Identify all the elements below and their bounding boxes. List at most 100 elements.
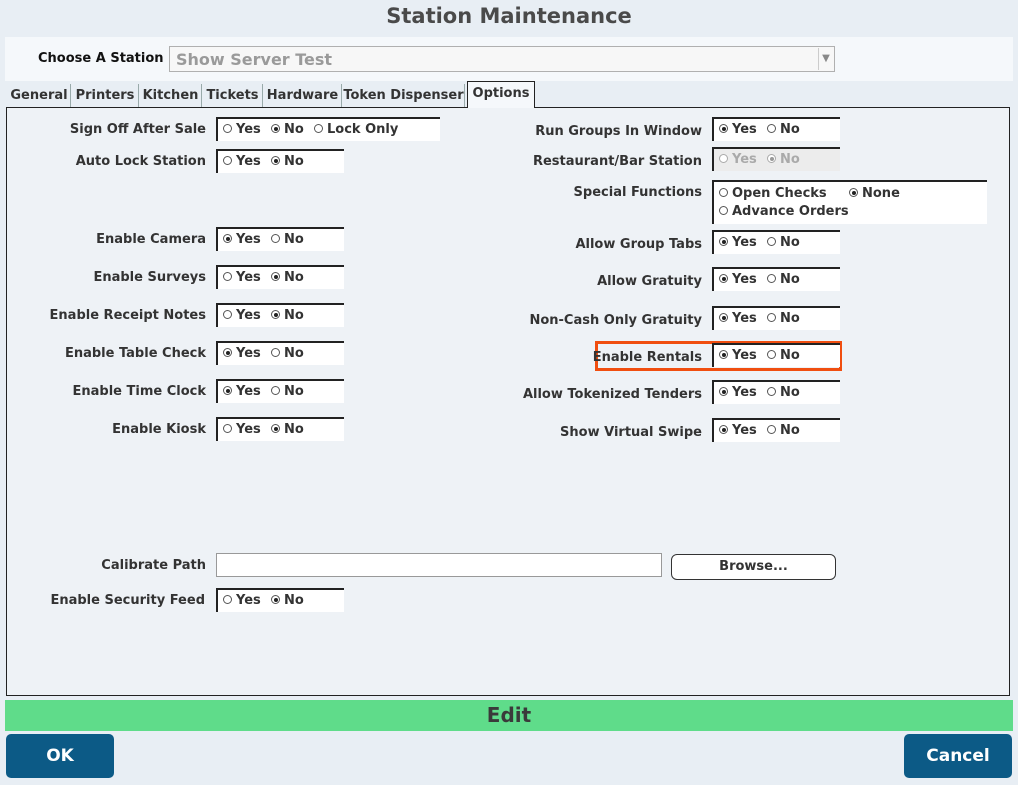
enable-rentals-option-label: No <box>780 348 800 363</box>
enable-rentals-label: Enable Rentals <box>592 350 702 365</box>
tab-printers[interactable]: Printers <box>72 84 139 108</box>
enable-table-check-option-yes[interactable]: Yes <box>223 346 261 361</box>
enable-security-feed-option-no[interactable]: No <box>271 593 304 608</box>
sign-off-after-sale-option-lock-only[interactable]: Lock Only <box>314 122 398 137</box>
special-functions-option-open-checks[interactable]: Open Checks <box>719 186 827 201</box>
enable-surveys-label: Enable Surveys <box>93 270 206 285</box>
restaurant-bar-station-option-yes: Yes <box>719 152 757 167</box>
show-virtual-swipe-option-no[interactable]: No <box>767 423 800 438</box>
tab-hardware[interactable]: Hardware <box>264 84 342 108</box>
tab-options[interactable]: Options <box>467 81 535 108</box>
allow-gratuity-option-yes[interactable]: Yes <box>719 272 757 287</box>
run-groups-in-window-option-no[interactable]: No <box>767 122 800 137</box>
radio-unselected-icon <box>767 124 776 133</box>
auto-lock-station-option-no[interactable]: No <box>271 154 304 169</box>
enable-table-check-option-no[interactable]: No <box>271 346 304 361</box>
sign-off-after-sale-option-yes[interactable]: Yes <box>223 122 261 137</box>
radio-unselected-icon <box>767 313 776 322</box>
enable-security-feed-option-yes[interactable]: Yes <box>223 593 261 608</box>
enable-kiosk-label: Enable Kiosk <box>112 422 206 437</box>
enable-surveys-option-no[interactable]: No <box>271 270 304 285</box>
allow-gratuity-option-no[interactable]: No <box>767 272 800 287</box>
enable-camera-option-yes[interactable]: Yes <box>223 232 261 247</box>
enable-security-feed-option-label: No <box>284 593 304 608</box>
radio-unselected-icon <box>767 274 776 283</box>
enable-surveys-option-yes[interactable]: Yes <box>223 270 261 285</box>
enable-rentals-option-yes[interactable]: Yes <box>719 348 757 363</box>
sign-off-after-sale-radio-group: Yes No Lock Only <box>216 117 440 141</box>
ok-button[interactable]: OK <box>6 734 114 778</box>
special-functions-option-advance-orders[interactable]: Advance Orders <box>719 204 849 219</box>
restaurant-bar-station-label: Restaurant/Bar Station <box>532 154 702 169</box>
special-functions-option-label: Advance Orders <box>732 204 849 219</box>
auto-lock-station-option-yes[interactable]: Yes <box>223 154 261 169</box>
sign-off-after-sale-option-label: No <box>284 122 304 137</box>
radio-unselected-icon <box>223 424 232 433</box>
radio-selected-icon <box>849 188 858 197</box>
allow-tokenized-tenders-label: Allow Tokenized Tenders <box>522 387 702 402</box>
restaurant-bar-station-radio-group: Yes No <box>712 147 840 171</box>
tab-kitchen[interactable]: Kitchen <box>140 84 202 108</box>
enable-receipt-notes-radio-group: Yes No <box>216 303 344 327</box>
tab-tickets[interactable]: Tickets <box>203 84 263 108</box>
run-groups-in-window-option-label: No <box>780 122 800 137</box>
tab-token-dispenser[interactable]: Token Dispenser <box>343 84 465 108</box>
restaurant-bar-station-option-label: No <box>780 152 800 167</box>
non-cash-only-gratuity-option-label: Yes <box>732 311 757 326</box>
chevron-down-icon[interactable]: ▼ <box>818 48 833 70</box>
enable-receipt-notes-option-no[interactable]: No <box>271 308 304 323</box>
enable-camera-option-label: Yes <box>236 232 261 247</box>
radio-unselected-icon <box>271 348 280 357</box>
show-virtual-swipe-option-label: No <box>780 423 800 438</box>
enable-rentals-option-label: Yes <box>732 348 757 363</box>
enable-table-check-option-label: Yes <box>236 346 261 361</box>
allow-tokenized-tenders-option-yes[interactable]: Yes <box>719 385 757 400</box>
allow-gratuity-radio-group: Yes No <box>712 267 840 291</box>
radio-selected-icon <box>271 156 280 165</box>
non-cash-only-gratuity-option-yes[interactable]: Yes <box>719 311 757 326</box>
enable-receipt-notes-option-label: Yes <box>236 308 261 323</box>
enable-table-check-label: Enable Table Check <box>64 346 206 361</box>
cancel-button[interactable]: Cancel <box>904 734 1012 778</box>
browse-button[interactable]: Browse... <box>671 554 836 580</box>
radio-unselected-icon <box>223 124 232 133</box>
allow-group-tabs-option-label: Yes <box>732 235 757 250</box>
enable-time-clock-option-label: Yes <box>236 384 261 399</box>
run-groups-in-window-option-yes[interactable]: Yes <box>719 122 757 137</box>
enable-receipt-notes-label: Enable Receipt Notes <box>49 308 206 323</box>
allow-group-tabs-radio-group: Yes No <box>712 230 840 254</box>
mode-bar: Edit <box>5 700 1013 731</box>
enable-camera-label: Enable Camera <box>96 232 206 247</box>
calibrate-path-input[interactable] <box>216 553 662 577</box>
special-functions-option-none[interactable]: None <box>849 186 900 201</box>
restaurant-bar-station-option-no: No <box>767 152 800 167</box>
station-select[interactable]: Show Server Test ▼ <box>169 46 835 72</box>
restaurant-bar-station-option-label: Yes <box>732 152 757 167</box>
enable-camera-option-no[interactable]: No <box>271 232 304 247</box>
enable-time-clock-label: Enable Time Clock <box>72 384 206 399</box>
tab-general[interactable]: General <box>8 84 71 108</box>
radio-selected-icon <box>719 350 728 359</box>
auto-lock-station-option-label: Yes <box>236 154 261 169</box>
show-virtual-swipe-option-yes[interactable]: Yes <box>719 423 757 438</box>
enable-receipt-notes-option-yes[interactable]: Yes <box>223 308 261 323</box>
enable-security-feed-label: Enable Security Feed <box>50 593 205 608</box>
run-groups-in-window-label: Run Groups In Window <box>535 124 702 139</box>
enable-kiosk-option-no[interactable]: No <box>271 422 304 437</box>
radio-unselected-icon <box>719 206 728 215</box>
enable-time-clock-option-yes[interactable]: Yes <box>223 384 261 399</box>
radio-selected-icon <box>223 348 232 357</box>
sign-off-after-sale-option-no[interactable]: No <box>271 122 304 137</box>
allow-tokenized-tenders-option-no[interactable]: No <box>767 385 800 400</box>
non-cash-only-gratuity-option-no[interactable]: No <box>767 311 800 326</box>
enable-time-clock-option-no[interactable]: No <box>271 384 304 399</box>
special-functions-option-label: None <box>862 186 900 201</box>
special-functions-option-label: Open Checks <box>732 186 827 201</box>
allow-group-tabs-option-yes[interactable]: Yes <box>719 235 757 250</box>
enable-rentals-option-no[interactable]: No <box>767 348 800 363</box>
allow-group-tabs-option-no[interactable]: No <box>767 235 800 250</box>
non-cash-only-gratuity-label: Non-Cash Only Gratuity <box>529 313 702 328</box>
radio-unselected-icon <box>767 425 776 434</box>
enable-kiosk-option-yes[interactable]: Yes <box>223 422 261 437</box>
enable-security-feed-option-label: Yes <box>236 593 261 608</box>
